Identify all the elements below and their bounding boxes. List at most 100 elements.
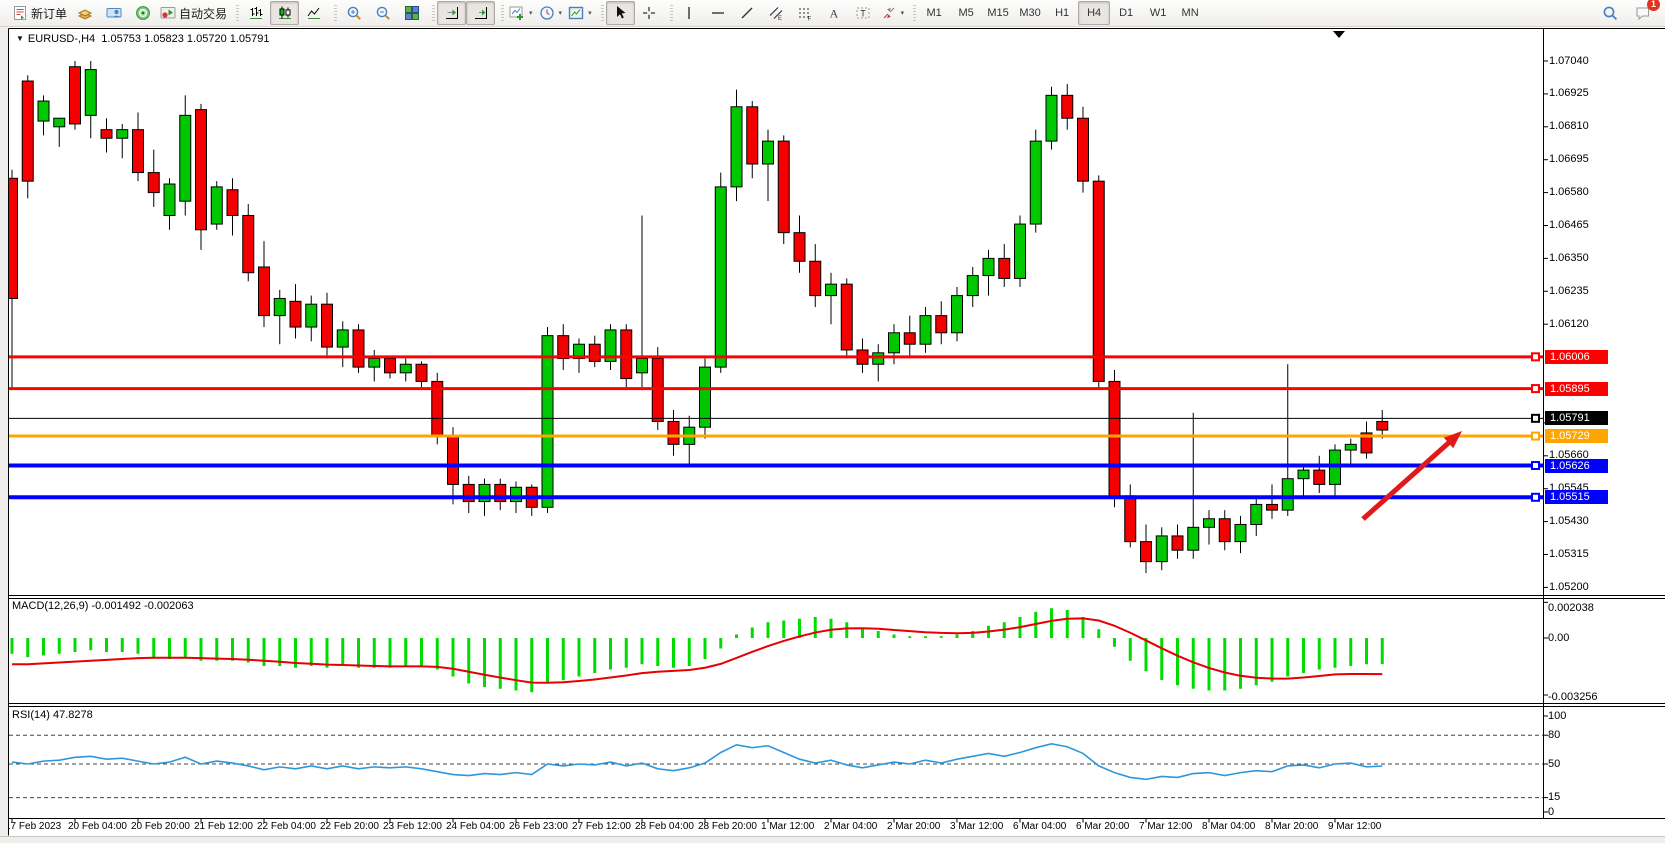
candle-up bbox=[889, 333, 900, 353]
price-badge-1.06006: 1.06006 bbox=[1545, 350, 1608, 364]
time-axis-label: 9 Mar 12:00 bbox=[1328, 821, 1381, 832]
candle-up bbox=[117, 130, 128, 139]
candle-down bbox=[448, 436, 459, 485]
candle-up bbox=[873, 353, 884, 364]
time-axis-label: 8 Mar 20:00 bbox=[1265, 821, 1318, 832]
time-axis-label: 6 Mar 04:00 bbox=[1013, 821, 1066, 832]
rsi-axis-label: 15 bbox=[1548, 791, 1560, 803]
price-axis-label: 1.06120 bbox=[1549, 318, 1589, 330]
candle-up bbox=[542, 336, 553, 508]
rsi-header: RSI(14) 47.8278 bbox=[12, 709, 93, 721]
rsi-axis-label: 0 bbox=[1548, 806, 1554, 818]
candle-down bbox=[385, 359, 396, 373]
time-axis-label: 17 Feb 2023 bbox=[5, 821, 61, 832]
candle-down bbox=[778, 141, 789, 233]
time-axis-label: 2 Mar 20:00 bbox=[887, 821, 940, 832]
candle-down bbox=[668, 421, 679, 444]
candle-down bbox=[747, 107, 758, 164]
price-axis-label: 1.05315 bbox=[1549, 548, 1589, 560]
candle-up bbox=[1156, 536, 1167, 562]
time-axis-label: 24 Feb 04:00 bbox=[446, 821, 505, 832]
chart-dropdown-icon[interactable]: ▼ bbox=[16, 34, 24, 43]
candle-up bbox=[920, 316, 931, 345]
candle-down bbox=[1267, 504, 1278, 510]
candle-down bbox=[1219, 519, 1230, 542]
last-bar-marker-icon bbox=[1333, 31, 1345, 38]
price-badge-1.05626: 1.05626 bbox=[1545, 459, 1608, 473]
candle-up bbox=[400, 364, 411, 373]
candle-down bbox=[589, 344, 600, 361]
time-axis-label: 28 Feb 04:00 bbox=[635, 821, 694, 832]
macd-axis-label: 0.00 bbox=[1548, 632, 1569, 644]
candle-up bbox=[511, 487, 522, 501]
rsi-label: RSI(14) bbox=[12, 709, 50, 721]
rsi-line bbox=[12, 744, 1382, 780]
candle-up bbox=[54, 118, 65, 127]
candle-down bbox=[936, 316, 947, 333]
candle-down bbox=[794, 233, 805, 262]
level-handle[interactable] bbox=[1532, 433, 1539, 440]
candle-up bbox=[337, 330, 348, 347]
price-axis-label: 1.06580 bbox=[1549, 186, 1589, 198]
rsi-axis-label: 50 bbox=[1548, 758, 1560, 770]
candle-down bbox=[1109, 381, 1120, 495]
level-handle[interactable] bbox=[1532, 462, 1539, 469]
candle-up bbox=[763, 141, 774, 164]
level-handle[interactable] bbox=[1532, 415, 1539, 422]
price-badge-1.05895: 1.05895 bbox=[1545, 382, 1608, 396]
chart-ohlc-values: 1.05753 1.05823 1.05720 1.05791 bbox=[101, 33, 269, 45]
candle-down bbox=[243, 215, 254, 272]
time-axis-label: 21 Feb 12:00 bbox=[194, 821, 253, 832]
price-axis-label: 1.06350 bbox=[1549, 252, 1589, 264]
candle-down bbox=[810, 261, 821, 295]
time-axis-label: 28 Feb 20:00 bbox=[698, 821, 757, 832]
candle-up bbox=[1030, 141, 1041, 224]
candle-down bbox=[416, 364, 427, 381]
candle-down bbox=[558, 336, 569, 359]
price-axis-label: 1.05200 bbox=[1549, 581, 1589, 593]
candle-down bbox=[1078, 118, 1089, 181]
price-axis-label: 1.07040 bbox=[1549, 55, 1589, 67]
macd-pane bbox=[12, 608, 1382, 692]
candle-down bbox=[904, 333, 915, 344]
candle-down bbox=[133, 130, 144, 173]
rsi-pane bbox=[12, 744, 1382, 780]
time-axis-label: 23 Feb 12:00 bbox=[383, 821, 442, 832]
candle-up bbox=[1251, 504, 1262, 524]
time-axis-label: 7 Mar 12:00 bbox=[1139, 821, 1192, 832]
chart-canvas[interactable] bbox=[0, 0, 1665, 842]
candle-down bbox=[1141, 542, 1152, 562]
macd-header: MACD(12,26,9) -0.001492 -0.002063 bbox=[12, 600, 194, 612]
candle-up bbox=[164, 184, 175, 215]
candle-up bbox=[1298, 470, 1309, 479]
time-axis-label: 8 Mar 04:00 bbox=[1202, 821, 1255, 832]
chart-symbol-period: EURUSD-,H4 bbox=[28, 33, 95, 45]
chart-title: ▼ EURUSD-,H4 1.05753 1.05823 1.05720 1.05… bbox=[16, 33, 270, 45]
candle-up bbox=[85, 70, 96, 116]
candle-up bbox=[1282, 479, 1293, 510]
level-handle[interactable] bbox=[1532, 385, 1539, 392]
candle-down bbox=[841, 284, 852, 350]
candle-up bbox=[637, 359, 648, 373]
candle-up bbox=[983, 258, 994, 275]
macd-label: MACD(12,26,9) bbox=[12, 600, 88, 612]
rsi-axis-label: 80 bbox=[1548, 729, 1560, 741]
price-axis-label: 1.06235 bbox=[1549, 285, 1589, 297]
macd-axis-label: 0.002038 bbox=[1548, 602, 1594, 614]
level-handle[interactable] bbox=[1532, 353, 1539, 360]
time-axis-label: 20 Feb 20:00 bbox=[131, 821, 190, 832]
price-badge-1.05791: 1.05791 bbox=[1545, 411, 1608, 425]
candle-down bbox=[196, 110, 207, 230]
level-handle[interactable] bbox=[1532, 494, 1539, 501]
rsi-axis-label: 100 bbox=[1548, 710, 1566, 722]
time-axis-label: 3 Mar 12:00 bbox=[950, 821, 1003, 832]
candle-up bbox=[274, 298, 285, 315]
candle-up bbox=[38, 101, 49, 121]
time-axis-label: 1 Mar 12:00 bbox=[761, 821, 814, 832]
candle-down bbox=[999, 258, 1010, 278]
candle-down bbox=[259, 267, 270, 316]
candle-up bbox=[1046, 95, 1057, 141]
trend-arrow[interactable] bbox=[1363, 438, 1455, 519]
candle-down bbox=[148, 173, 159, 193]
time-axis-label: 2 Mar 04:00 bbox=[824, 821, 877, 832]
